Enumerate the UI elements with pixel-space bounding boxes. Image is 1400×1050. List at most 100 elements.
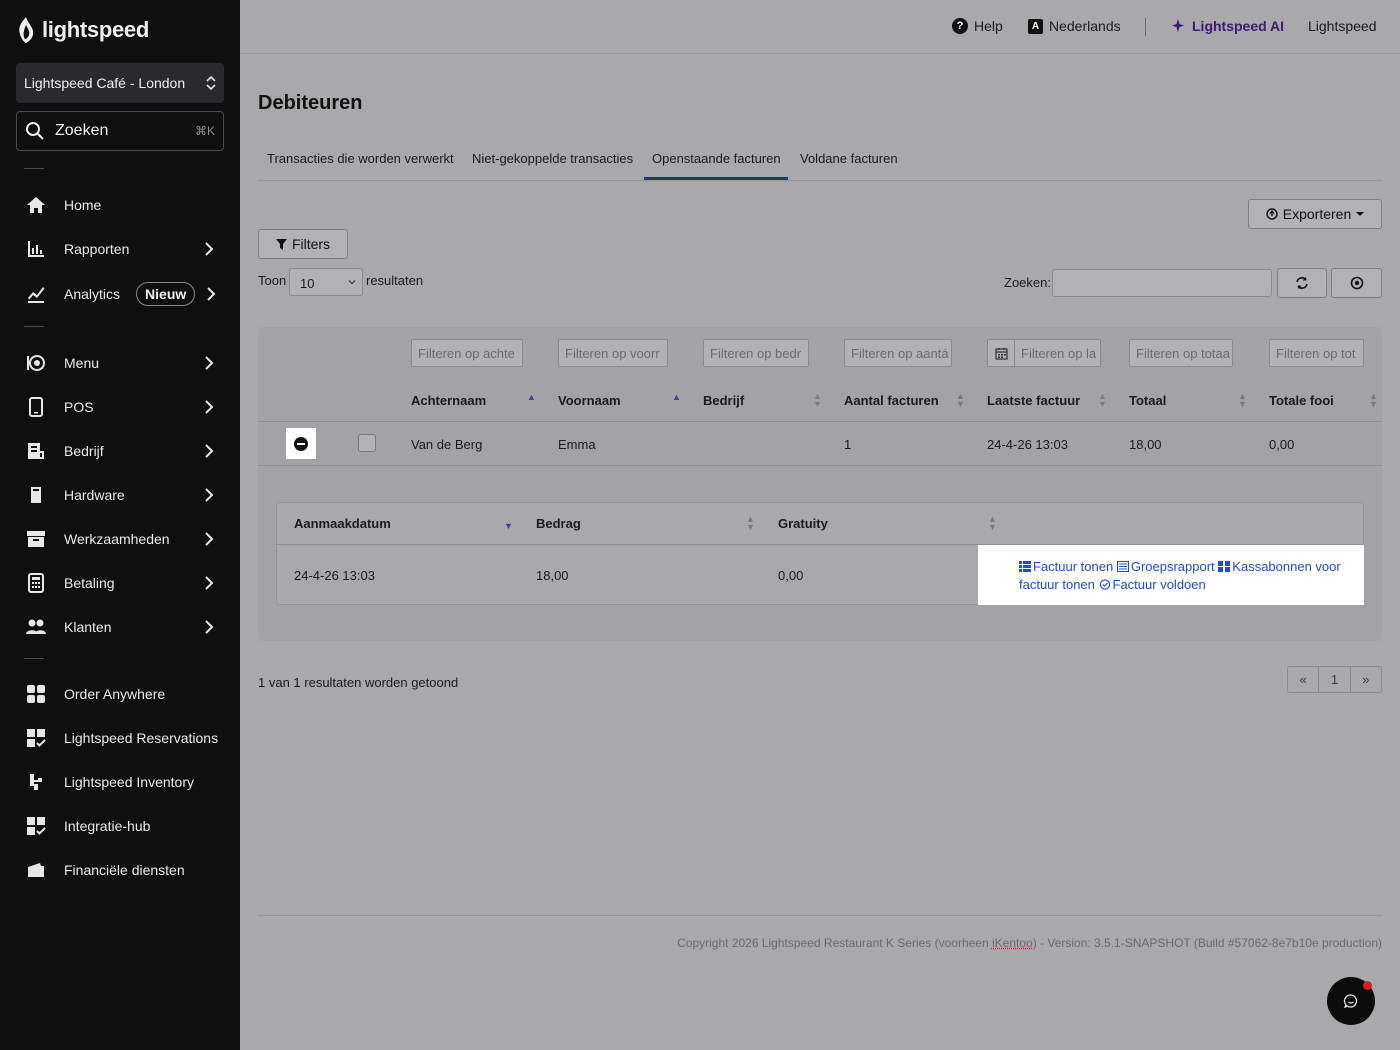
menu-icon [24,351,48,375]
copyright-prefix: Copyright 2026 Lightspeed Restaurant K S… [677,936,992,950]
sidebar-item-werkzaamheden[interactable]: Werkzaamheden [0,519,240,559]
sort-both-icon: ▲ ▼ [746,514,755,532]
collapse-row-button[interactable] [286,428,316,459]
report-icon [1116,561,1129,572]
cell-laatste: 24-4-26 13:03 [987,437,1068,452]
account-menu[interactable]: Lightspeed [1308,18,1377,34]
logo-text: lightspeed [42,17,150,42]
pager-next[interactable]: » [1351,667,1381,692]
copyright-brand: iKentoo [991,936,1033,950]
grid-icon [1218,561,1231,572]
search-icon [26,122,44,140]
new-badge: Nieuw [136,282,196,306]
calculator-icon [24,571,48,595]
clear-filters-button[interactable] [1331,268,1382,298]
sidebar: lightspeed Lightspeed Café - London Zoek… [0,0,240,1050]
filter-voornaam[interactable]: Filteren op voorr [558,339,668,367]
header-laatste[interactable]: Laatste factuur [987,393,1080,408]
settle-invoice-link[interactable]: Factuur voldoen [1099,577,1206,592]
footer-divider [258,915,1382,916]
refresh-button[interactable] [1277,268,1327,298]
sidebar-item-reservations[interactable]: Lightspeed Reservations [0,718,240,758]
sidebar-item-order-anywhere[interactable]: Order Anywhere [0,674,240,714]
search-label: Zoeken [55,122,109,139]
search-label: Zoeken: [1004,275,1051,290]
filter-aantal[interactable]: Filteren op aantá [844,339,952,367]
copyright: Copyright 2026 Lightspeed Restaurant K S… [677,936,1382,950]
lightspeed-logo[interactable]: lightspeed [16,16,149,44]
sort-desc-icon: ▼ [504,521,513,531]
sidebar-item-analytics[interactable]: Analytics Nieuw [0,274,240,314]
sub-header-bedrag[interactable]: Bedrag [536,516,581,531]
pager-prev[interactable]: « [1288,667,1320,692]
flame-icon [19,17,34,43]
show-label: Toon [258,273,287,288]
sub-cell-bedrag: 18,00 [536,568,569,583]
analytics-icon [24,282,48,306]
sub-header-gratuity[interactable]: Gratuity [778,516,828,531]
lightspeed-ai-link[interactable]: Lightspeed AI [1172,18,1284,34]
sidebar-item-home[interactable]: Home [0,185,240,225]
settle-invoice-label: Factuur voldoen [1112,577,1206,592]
group-report-link[interactable]: Groepsrapport [1116,559,1215,574]
pager-page[interactable]: 1 [1319,667,1351,692]
sort-both-icon: ▲ ▼ [988,514,997,532]
sidebar-item-label: Rapporten [64,241,130,257]
export-button[interactable]: Exporteren [1248,199,1382,229]
filters-button[interactable]: Filters [258,229,348,259]
sidebar-divider [24,168,44,169]
tab-processing[interactable]: Transacties die worden verwerkt [267,151,454,166]
filter-achternaam[interactable]: Filteren op achte [411,339,523,367]
tab-unlinked[interactable]: Niet-gekoppelde transacties [472,151,633,166]
sidebar-item-hardware[interactable]: Hardware [0,475,240,515]
show-invoice-link[interactable]: Factuur tonen [1019,559,1113,574]
top-bar: ? Help A Nederlands Lightspeed AI Lights… [240,0,1400,54]
row-checkbox[interactable] [358,434,376,452]
sub-cell-gratuity: 0,00 [778,568,804,583]
sidebar-item-klanten[interactable]: Klanten [0,607,240,647]
language-label: Nederlands [1049,18,1121,34]
store-selector[interactable]: Lightspeed Café - London [16,63,224,103]
header-voornaam[interactable]: Voornaam [558,393,621,408]
chevron-right-icon [205,356,214,370]
tab-open-invoices[interactable]: Openstaande facturen [652,151,781,166]
header-totale-fooi[interactable]: Totale fooi [1269,393,1334,408]
calendar-icon[interactable] [988,340,1015,366]
sub-header-aanmaakdatum[interactable]: Aanmaakdatum [294,516,391,531]
topbar-divider [1145,18,1146,36]
sidebar-item-label: Analytics [64,286,121,302]
chevron-right-icon [205,444,214,458]
header-aantal[interactable]: Aantal facturen [844,393,939,408]
cell-voornaam: Emma [558,437,596,452]
sidebar-item-label: Bedrijf [64,443,104,459]
tab-paid-invoices[interactable]: Voldane facturen [800,151,898,166]
sidebar-item-rapporten[interactable]: Rapporten [0,229,240,269]
sidebar-item-financiele-diensten[interactable]: Financiële diensten [0,850,240,890]
hardware-icon [24,483,48,507]
sidebar-item-inventory[interactable]: Lightspeed Inventory [0,762,240,802]
sidebar-item-bedrijf[interactable]: Bedrijf [0,431,240,471]
sidebar-item-pos[interactable]: POS [0,387,240,427]
chat-button[interactable] [1327,977,1375,1025]
table-search-input[interactable] [1052,269,1272,297]
header-totaal[interactable]: Totaal [1129,393,1166,408]
language-selector[interactable]: A Nederlands [1028,18,1121,34]
sidebar-item-betaling[interactable]: Betaling [0,563,240,603]
sort-both-icon: ▲ ▼ [956,391,965,409]
sidebar-item-label: Lightspeed Reservations [64,730,219,746]
copyright-suffix: ) - Version: 3.5.1-SNAPSHOT (Build #5706… [1032,936,1382,950]
sidebar-search[interactable]: Zoeken ⌘K [16,111,224,151]
sidebar-item-menu[interactable]: Menu [0,343,240,383]
header-achternaam[interactable]: Achternaam [411,393,486,408]
sidebar-item-integratie-hub[interactable]: Integratie-hub [0,806,240,846]
filter-totaal[interactable]: Filteren op totaa [1129,339,1233,367]
reservations-icon [24,726,48,750]
help-link[interactable]: ? Help [952,18,1003,34]
page-size-select[interactable]: 10 [289,268,363,296]
account-label: Lightspeed [1308,18,1377,34]
header-bedrijf[interactable]: Bedrijf [703,393,744,408]
filter-bedrijf[interactable]: Filteren op bedr [703,339,809,367]
active-tab-indicator [644,177,788,180]
filter-totale-fooi[interactable]: Filteren op tot [1269,339,1364,367]
export-circle-icon [1266,208,1278,220]
